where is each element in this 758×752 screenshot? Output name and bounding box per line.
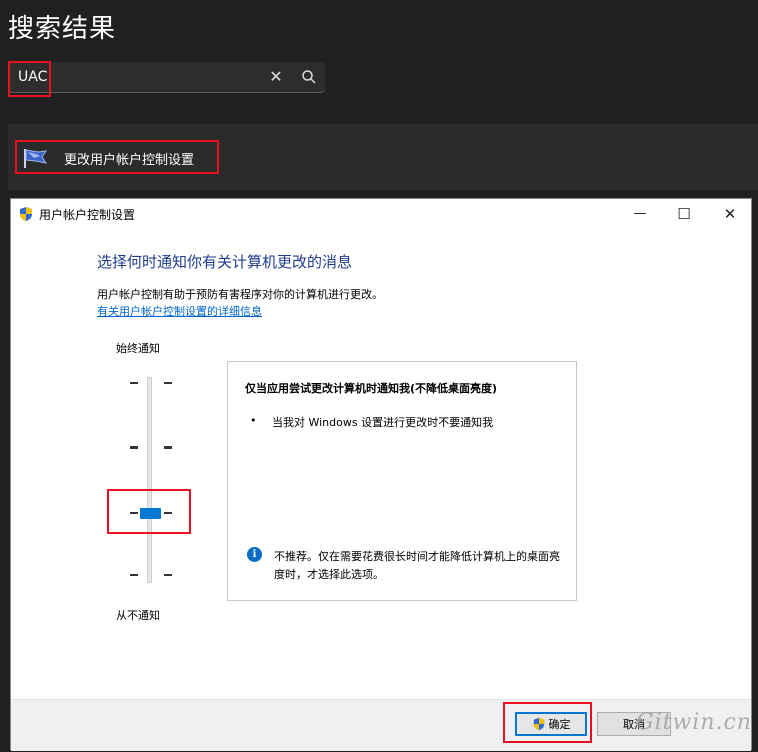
level-note: 不推荐。仅在需要花费很长时间才能降低计算机上的桌面亮度时，才选择此选项。 [274, 550, 560, 581]
uac-info-link[interactable]: 有关用户帐户控制设置的详细信息 [97, 303, 262, 319]
uac-shield-icon [20, 207, 32, 221]
uac-settings-dialog: 用户帐户控制设置 — ☐ ✕ 选择何时通知你有关计算机更改的消息 用户帐户控制有… [10, 198, 752, 751]
close-button[interactable]: ✕ [707, 199, 753, 229]
level-description-box: 仅当应用尝试更改计算机时通知我(不降低桌面亮度) • 当我对 Windows 设… [227, 361, 577, 601]
search-input[interactable]: UAC ✕ [8, 62, 325, 93]
search-icon[interactable] [300, 68, 318, 86]
info-icon: i [247, 547, 262, 562]
slider-highlight-box [107, 489, 191, 534]
watermark: Gitwin.cn [636, 710, 752, 735]
slider-tick [130, 574, 138, 576]
slider-tick [164, 446, 172, 449]
slider-tick [130, 382, 138, 384]
search-results-title: 搜索结果 [8, 14, 117, 44]
slider-top-label: 始终通知 [116, 342, 160, 355]
slider-tick [130, 446, 138, 449]
slider-tick [164, 382, 172, 384]
slider-tick [164, 574, 172, 576]
query-highlight-box [8, 61, 51, 97]
dialog-description: 用户帐户控制有助于预防有害程序对你的计算机进行更改。 [97, 288, 383, 301]
result-highlight-box [15, 140, 219, 174]
level-title: 仅当应用尝试更改计算机时通知我(不降低桌面亮度) [245, 382, 498, 395]
bullet-dot-icon: • [250, 414, 257, 427]
dialog-title: 用户帐户控制设置 [39, 208, 136, 222]
uac-slider-track[interactable] [147, 377, 152, 583]
slider-bottom-label: 从不通知 [116, 609, 160, 622]
dialog-titlebar: 用户帐户控制设置 — ☐ ✕ [11, 199, 751, 229]
maximize-button[interactable]: ☐ [661, 199, 707, 229]
dialog-heading: 选择何时通知你有关计算机更改的消息 [97, 253, 353, 271]
ok-highlight-box [503, 702, 592, 743]
dialog-content: 选择何时通知你有关计算机更改的消息 用户帐户控制有助于预防有害程序对你的计算机进… [11, 229, 751, 699]
level-bullet-text: 当我对 Windows 设置进行更改时不要通知我 [272, 416, 494, 429]
clear-icon[interactable]: ✕ [266, 67, 286, 87]
minimize-button[interactable]: — [617, 199, 663, 229]
